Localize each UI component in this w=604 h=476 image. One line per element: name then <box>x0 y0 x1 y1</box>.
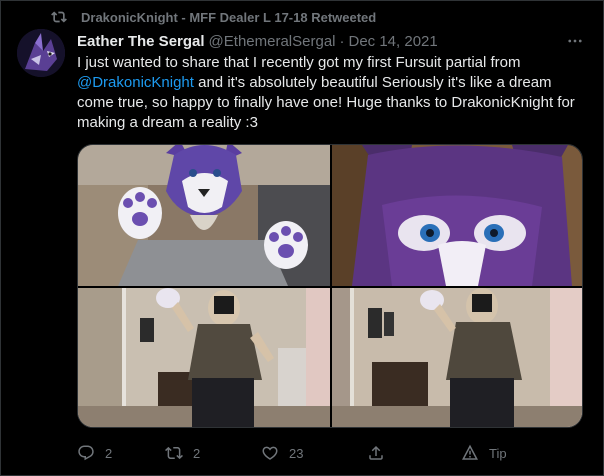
tip-button[interactable]: Tip <box>461 441 507 465</box>
retweet-icon <box>165 446 183 460</box>
author-display-name[interactable]: Eather The Sergal <box>77 33 205 50</box>
media-grid <box>77 144 583 428</box>
reply-icon <box>78 445 94 461</box>
tweet-actions: 2 2 23 Tip <box>77 441 587 465</box>
share-icon <box>369 445 383 460</box>
photo-mirror-selfie-left[interactable] <box>78 288 330 427</box>
retweet-context[interactable]: DrakonicKnight - MFF Dealer L 17-18 Retw… <box>51 8 376 26</box>
heart-icon <box>262 446 278 460</box>
tip-icon <box>462 444 478 460</box>
reply-button[interactable]: 2 <box>77 441 112 465</box>
tweet-header: Eather The Sergal @EthemeralSergal · Dec… <box>77 31 591 51</box>
photo-fursuit-face-closeup[interactable] <box>332 145 582 286</box>
author-handle[interactable]: @EthemeralSergal <box>209 33 336 50</box>
avatar[interactable] <box>17 29 65 77</box>
tweet-text-before: I just wanted to share that I recently g… <box>77 54 521 71</box>
more-options-button[interactable] <box>565 31 585 51</box>
share-button[interactable] <box>367 441 395 465</box>
mention-link[interactable]: @DrakonicKnight <box>77 74 194 91</box>
tip-label: Tip <box>489 445 507 461</box>
photo-fursuit-hands[interactable] <box>78 145 330 286</box>
like-count: 23 <box>289 445 304 461</box>
photo-mirror-selfie-right[interactable] <box>332 288 582 427</box>
tweet-card[interactable]: DrakonicKnight - MFF Dealer L 17-18 Retw… <box>0 0 604 476</box>
tweet-date[interactable]: Dec 14, 2021 <box>349 33 438 50</box>
like-button[interactable]: 23 <box>261 441 303 465</box>
separator-dot: · <box>339 32 345 50</box>
retweet-icon <box>51 11 67 23</box>
retweet-button[interactable]: 2 <box>165 441 200 465</box>
tweet-text: I just wanted to share that I recently g… <box>77 53 585 133</box>
more-icon <box>568 39 582 43</box>
reply-count: 2 <box>105 445 113 461</box>
avatar-image <box>17 29 65 77</box>
retweet-context-text: DrakonicKnight - MFF Dealer L 17-18 Retw… <box>81 9 377 25</box>
retweet-count: 2 <box>193 445 201 461</box>
